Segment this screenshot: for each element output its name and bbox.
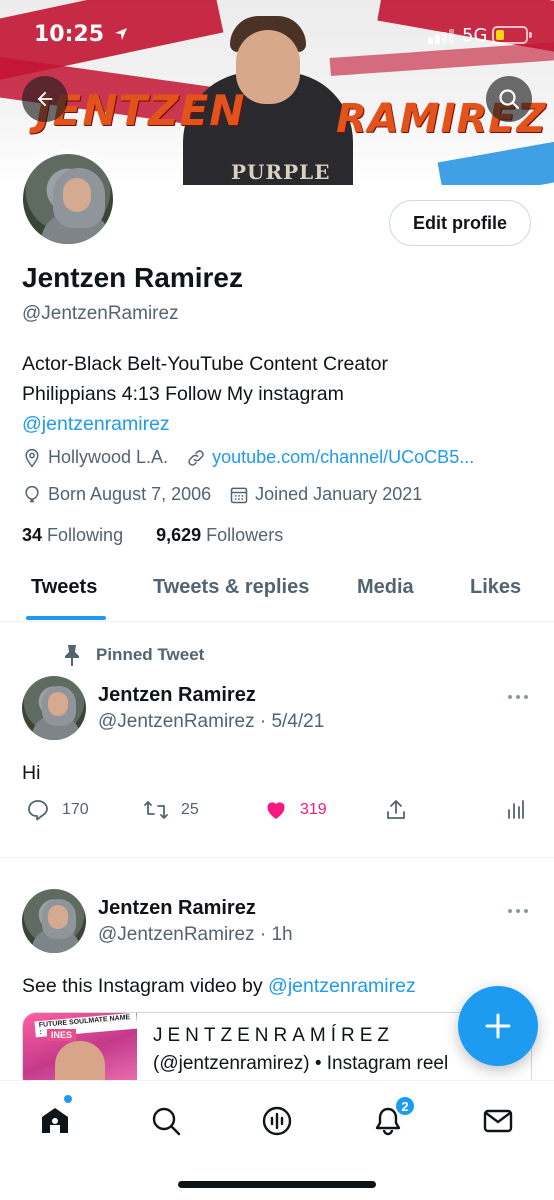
profile-handle: @JentzenRamirez <box>22 303 179 324</box>
tweet-handle-time: @JentzenRamirez · 1h <box>98 924 293 945</box>
like-button[interactable]: 319 <box>264 798 327 822</box>
location-pin-icon <box>25 448 39 467</box>
profile-meta-row: Hollywood L.A. youtube.com/channel/UCoCB… <box>22 447 492 468</box>
spaces-icon <box>262 1106 292 1136</box>
compose-tweet-button[interactable] <box>458 986 538 1066</box>
home-indicator <box>178 1181 376 1188</box>
tweet-avatar[interactable] <box>22 676 86 740</box>
nav-messages[interactable] <box>478 1101 518 1141</box>
calendar-icon <box>230 487 248 503</box>
tweet-mention-link[interactable]: @jentzenramirez <box>268 975 416 997</box>
followers-link[interactable]: 9,629 Followers <box>156 525 297 545</box>
tab-tweets-replies[interactable]: Tweets & replies <box>153 576 309 599</box>
plus-icon <box>485 1013 511 1039</box>
nav-search[interactable] <box>146 1101 186 1141</box>
retweet-icon <box>144 801 168 819</box>
profile-bio: Actor-Black Belt-YouTube Content Creator… <box>22 349 542 439</box>
bio-instagram-link[interactable]: @jentzenramirez <box>22 409 542 439</box>
thumbnail-name: INES <box>47 1029 77 1041</box>
battery-icon <box>492 26 532 44</box>
tweet-divider <box>0 857 554 858</box>
card-title: JENTZENRAMÍREZ <box>153 1025 394 1046</box>
tweet-author-name[interactable]: Jentzen Ramirez <box>98 684 256 707</box>
tweet-more-button[interactable] <box>506 902 530 920</box>
status-bar: 10:25 5G <box>0 0 554 70</box>
location-arrow-icon <box>114 28 127 40</box>
banner-shirt-print: PURPLE <box>231 160 331 184</box>
website-text[interactable]: youtube.com/channel/UCoCB5... <box>212 447 474 468</box>
share-icon <box>387 800 405 819</box>
tab-media[interactable]: Media <box>357 576 414 599</box>
retweet-button[interactable]: 25 <box>143 798 199 822</box>
nav-spaces[interactable] <box>257 1101 297 1141</box>
tweet-actions: 170 25 319 <box>0 798 554 828</box>
profile-joined: Joined January 2021 <box>229 484 422 505</box>
search-icon <box>152 1107 181 1136</box>
network-label: 5G <box>462 25 488 46</box>
following-link[interactable]: 34 Following <box>22 525 137 545</box>
reply-icon <box>28 800 48 821</box>
bio-line: Actor-Black Belt-YouTube Content Creator <box>22 353 388 375</box>
birthday-text: Born August 7, 2006 <box>48 484 212 504</box>
profile-name: Jentzen Ramirez <box>22 262 243 293</box>
profile-avatar[interactable] <box>19 150 117 248</box>
balloon-icon <box>25 485 39 502</box>
status-time: 10:25 <box>34 22 128 47</box>
tweet-text: See this Instagram video by @jentzenrami… <box>22 975 416 997</box>
link-icon <box>188 449 204 466</box>
banner-paint-stroke <box>437 138 554 185</box>
tweet-more-button[interactable] <box>506 688 530 706</box>
nav-home[interactable] <box>35 1101 75 1141</box>
pinned-label: Pinned Tweet <box>62 644 204 666</box>
profile-tabs: Tweets Tweets & replies Media Likes <box>0 566 554 622</box>
tweet-handle-time: @JentzenRamirez · 5/4/21 <box>98 711 325 732</box>
share-button[interactable] <box>384 798 420 822</box>
signal-icon <box>428 28 456 44</box>
tab-tweets[interactable]: Tweets <box>31 576 97 599</box>
tab-likes[interactable]: Likes <box>470 576 521 599</box>
back-button[interactable] <box>22 76 68 122</box>
follow-stats: 34 Following 9,629 Followers <box>22 525 311 546</box>
active-tab-indicator <box>26 616 106 620</box>
bio-line: Philippians 4:13 Follow My instagram <box>22 383 344 405</box>
profile-birthday: Born August 7, 2006 <box>22 484 211 505</box>
mail-icon <box>483 1109 513 1133</box>
joined-text: Joined January 2021 <box>255 484 423 504</box>
card-subtitle: (@jentzenramirez) • Instagram reel <box>153 1053 449 1074</box>
profile-website-link[interactable]: youtube.com/channel/UCoCB5... <box>186 447 474 468</box>
analytics-icon <box>508 800 524 819</box>
search-button[interactable] <box>486 76 532 122</box>
edit-profile-button[interactable]: Edit profile <box>389 200 531 246</box>
location-text: Hollywood L.A. <box>48 447 169 467</box>
profile-meta-row: Born August 7, 2006 Joined January 2021 <box>22 484 440 505</box>
more-icon <box>508 695 528 699</box>
back-arrow-icon <box>37 91 53 107</box>
tweet-author-name[interactable]: Jentzen Ramirez <box>98 897 256 920</box>
notifications-badge: 2 <box>394 1095 416 1117</box>
analytics-button[interactable] <box>506 798 538 822</box>
tweet-avatar[interactable] <box>22 889 86 953</box>
tweet-text: Hi <box>22 762 41 784</box>
reply-button[interactable]: 170 <box>26 798 89 822</box>
search-icon <box>499 89 520 110</box>
profile-location: Hollywood L.A. <box>22 447 168 468</box>
home-unread-dot <box>64 1095 72 1103</box>
more-icon <box>508 909 528 913</box>
home-icon <box>42 1108 68 1133</box>
pin-icon <box>65 645 79 666</box>
heart-filled-icon <box>267 802 285 819</box>
